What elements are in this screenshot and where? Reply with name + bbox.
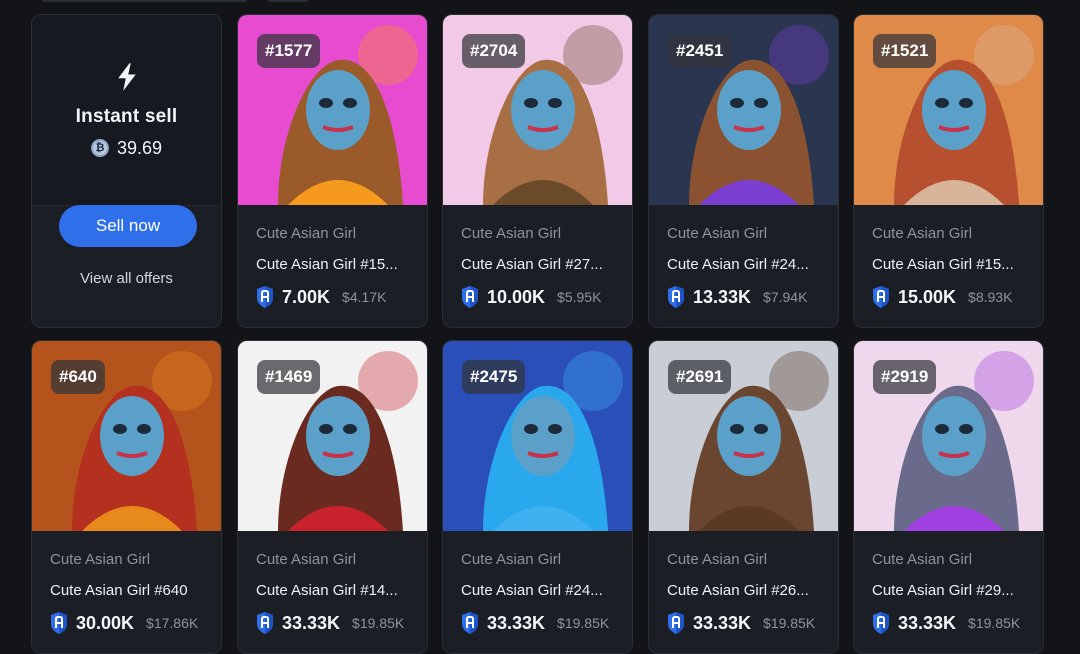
- token-shield-icon: [668, 286, 684, 308]
- token-id-badge: #2451: [668, 34, 732, 68]
- lightning-bolt-icon: [117, 62, 136, 91]
- token-shield-icon: [257, 286, 273, 308]
- token-id-badge: #2919: [873, 360, 937, 394]
- nft-card[interactable]: #2704 Cute Asian Girl Cute Asian Girl #2…: [442, 14, 633, 328]
- collection-name: Cute Asian Girl: [872, 551, 973, 568]
- price-value: 7.00K: [282, 286, 331, 307]
- price-value: 33.33K: [487, 612, 546, 633]
- price-value: 13.33K: [693, 286, 752, 307]
- token-id-badge: #1521: [873, 34, 937, 68]
- nft-card[interactable]: #1469 Cute Asian Girl Cute Asian Girl #1…: [237, 340, 428, 654]
- token-id-badge: #2691: [668, 360, 732, 394]
- usd-value: $19.85K: [352, 615, 405, 631]
- instant-sell-value: 39.69: [116, 137, 163, 158]
- collection-name: Cute Asian Girl: [667, 551, 768, 568]
- nft-name[interactable]: Cute Asian Girl #24...: [667, 256, 827, 273]
- nft-name[interactable]: Cute Asian Girl #14...: [256, 582, 416, 599]
- nft-name[interactable]: Cute Asian Girl #29...: [872, 582, 1032, 599]
- collection-name: Cute Asian Girl: [461, 551, 562, 568]
- instant-sell-title: Instant sell: [75, 105, 178, 127]
- token-shield-icon: [462, 286, 478, 308]
- nft-card[interactable]: #1521 Cute Asian Girl Cute Asian Girl #1…: [853, 14, 1044, 328]
- collection-name: Cute Asian Girl: [667, 225, 768, 242]
- nft-name[interactable]: Cute Asian Girl #27...: [461, 256, 621, 273]
- token-shield-icon: [462, 612, 478, 634]
- price-value: 15.00K: [898, 286, 957, 307]
- nft-card[interactable]: #2919 Cute Asian Girl Cute Asian Girl #2…: [853, 340, 1044, 654]
- token-shield-icon: [873, 286, 889, 308]
- usd-value: $5.95K: [557, 289, 602, 305]
- instant-sell-card: Instant sell ₿ 39.69 Sell now View all o…: [31, 14, 222, 328]
- price-row: 33.33K $19.85K: [256, 611, 404, 635]
- usd-value: $7.94K: [763, 289, 808, 305]
- nft-name[interactable]: Cute Asian Girl #15...: [256, 256, 416, 273]
- collection-name: Cute Asian Girl: [256, 225, 357, 242]
- nft-card[interactable]: #1577 Cute Asian Girl Cute Asian Girl #1…: [237, 14, 428, 328]
- top-scroll-edge: [42, 0, 247, 2]
- nft-card[interactable]: #640 Cute Asian Girl Cute Asian Girl #64…: [31, 340, 222, 654]
- token-id-badge: #2704: [462, 34, 526, 68]
- collection-name: Cute Asian Girl: [50, 551, 151, 568]
- price-value: 33.33K: [898, 612, 957, 633]
- token-id-badge: #1577: [257, 34, 321, 68]
- price-value: 30.00K: [76, 612, 135, 633]
- price-value: 33.33K: [282, 612, 341, 633]
- view-all-offers-link[interactable]: View all offers: [32, 270, 221, 287]
- token-id-badge: #2475: [462, 360, 526, 394]
- price-row: 10.00K $5.95K: [461, 285, 601, 309]
- nft-name[interactable]: Cute Asian Girl #24...: [461, 582, 621, 599]
- token-shield-icon: [668, 612, 684, 634]
- top-scroll-edge: [268, 0, 308, 2]
- nft-card[interactable]: #2475 Cute Asian Girl Cute Asian Girl #2…: [442, 340, 633, 654]
- usd-value: $4.17K: [342, 289, 387, 305]
- nft-card[interactable]: #2451 Cute Asian Girl Cute Asian Girl #2…: [648, 14, 839, 328]
- price-row: 30.00K $17.86K: [50, 611, 198, 635]
- token-shield-icon: [873, 612, 889, 634]
- usd-value: $17.86K: [146, 615, 199, 631]
- instant-sell-summary: Instant sell ₿ 39.69: [32, 15, 221, 206]
- nft-name[interactable]: Cute Asian Girl #26...: [667, 582, 827, 599]
- collection-name: Cute Asian Girl: [461, 225, 562, 242]
- price-value: 10.00K: [487, 286, 546, 307]
- usd-value: $8.93K: [968, 289, 1013, 305]
- collection-name: Cute Asian Girl: [256, 551, 357, 568]
- nft-card[interactable]: #2691 Cute Asian Girl Cute Asian Girl #2…: [648, 340, 839, 654]
- sell-now-button[interactable]: Sell now: [59, 205, 197, 247]
- price-row: 13.33K $7.94K: [667, 285, 807, 309]
- price-row: 33.33K $19.85K: [667, 611, 815, 635]
- token-shield-icon: [257, 612, 273, 634]
- collection-name: Cute Asian Girl: [872, 225, 973, 242]
- nft-name[interactable]: Cute Asian Girl #15...: [872, 256, 1032, 273]
- usd-value: $19.85K: [968, 615, 1021, 631]
- usd-value: $19.85K: [557, 615, 610, 631]
- price-row: 33.33K $19.85K: [872, 611, 1020, 635]
- price-row: 33.33K $19.85K: [461, 611, 609, 635]
- nft-name[interactable]: Cute Asian Girl #640: [50, 582, 210, 599]
- price-row: 15.00K $8.93K: [872, 285, 1012, 309]
- coin-icon: ₿: [90, 139, 109, 157]
- token-shield-icon: [51, 612, 67, 634]
- price-value: 33.33K: [693, 612, 752, 633]
- price-row: 7.00K $4.17K: [256, 285, 386, 309]
- instant-sell-amount: ₿ 39.69: [90, 137, 163, 159]
- token-id-badge: #640: [51, 360, 105, 394]
- usd-value: $19.85K: [763, 615, 816, 631]
- token-id-badge: #1469: [257, 360, 321, 394]
